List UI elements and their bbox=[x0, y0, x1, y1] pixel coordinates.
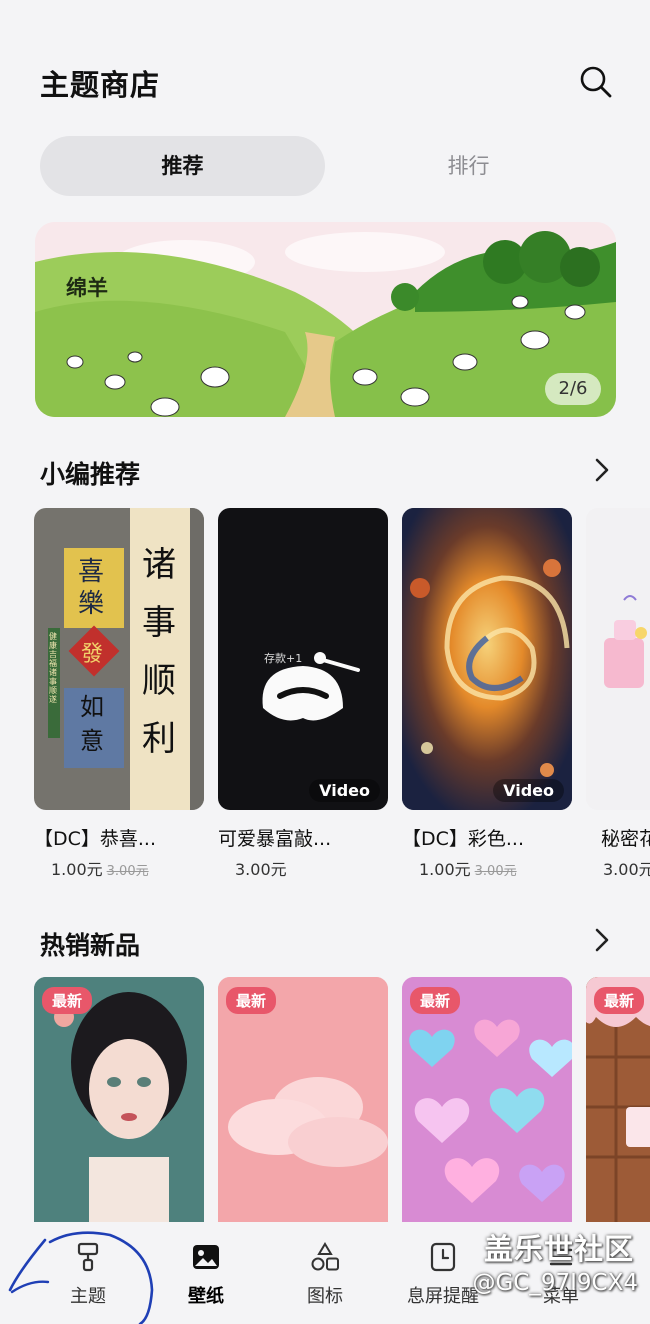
calligraphy-side-text: 健康吉福 诸事顺遂 bbox=[49, 632, 57, 704]
chevron-right-icon bbox=[595, 458, 609, 482]
editor-picks-row: 诸事顺利 喜樂 發 如意 健康吉福 诸事顺遂 【DC】恭喜... 1.00元 3.… bbox=[34, 508, 650, 888]
community-watermark: 盖乐世社区 @GC_97I9CX4 bbox=[444, 1226, 644, 1316]
search-button[interactable] bbox=[578, 64, 614, 100]
banner-title: 绵羊 bbox=[66, 276, 108, 300]
theme-thumbnail: 诸事顺利 喜樂 發 如意 健康吉福 诸事顺遂 bbox=[34, 508, 204, 810]
price-original: 3.00元 bbox=[106, 864, 149, 879]
galaxy-swirl-art bbox=[402, 508, 572, 810]
tab-icons[interactable]: 图标 bbox=[270, 1234, 380, 1314]
tab-wallpapers[interactable]: 壁纸 bbox=[151, 1234, 261, 1314]
theme-thumbnail: 最新 bbox=[218, 977, 388, 1222]
theme-thumbnail bbox=[586, 508, 650, 810]
tab-label: 主题 bbox=[70, 1286, 106, 1307]
theme-thumbnail: 最新 bbox=[34, 977, 204, 1222]
video-badge: Video bbox=[493, 779, 564, 802]
theme-thumbnail: 最新 bbox=[402, 977, 572, 1222]
new-badge: 最新 bbox=[410, 987, 461, 1014]
price-original: 3.00元 bbox=[474, 864, 517, 879]
theme-thumbnail: Video bbox=[402, 508, 572, 810]
price-current: 3.00元 bbox=[235, 860, 287, 879]
theme-name: 秘密花 bbox=[601, 828, 650, 850]
section-title-editor-picks: 小编推荐 bbox=[40, 460, 141, 489]
theme-thumbnail: 最新 bbox=[586, 977, 650, 1222]
calligraphy-diamond-text: 發 bbox=[81, 642, 104, 667]
new-badge: 最新 bbox=[594, 987, 645, 1014]
app-header: 主题商店 bbox=[0, 0, 650, 130]
image-icon bbox=[193, 1245, 219, 1269]
calligraphy-right-text: 诸事顺利 bbox=[142, 545, 176, 759]
tab-label: 壁纸 bbox=[188, 1286, 224, 1307]
theme-price: 1.00元 3.00元 bbox=[419, 856, 517, 880]
chevron-right-icon bbox=[595, 928, 609, 952]
editor-picks-more-button[interactable] bbox=[590, 455, 614, 485]
tab-themes[interactable]: 主题 bbox=[33, 1234, 143, 1314]
tab-ranking[interactable]: 排行 bbox=[325, 136, 612, 196]
shapes-icon bbox=[311, 1242, 339, 1271]
theme-name: 【DC】恭喜... bbox=[34, 828, 157, 850]
video-badge: Video bbox=[309, 779, 380, 802]
theme-name: 【DC】彩色... bbox=[402, 828, 525, 850]
calligraphy-bottom-text: 如意 bbox=[80, 693, 104, 755]
banner-page-indicator: 2/6 bbox=[545, 373, 601, 405]
pastel-castle-art bbox=[586, 508, 650, 810]
new-badge: 最新 bbox=[42, 987, 93, 1014]
search-icon bbox=[580, 66, 612, 98]
tab-recommend[interactable]: 推荐 bbox=[40, 136, 325, 196]
watermark-user-id: @GC_97I9CX4 bbox=[472, 1270, 638, 1296]
theme-price: 3.00元 bbox=[235, 856, 287, 880]
section-title-hot-new: 热销新品 bbox=[40, 931, 141, 960]
page-title: 主题商店 bbox=[40, 68, 161, 102]
tab-label: 图标 bbox=[307, 1286, 343, 1307]
segmented-control: 推荐 排行 bbox=[40, 136, 612, 196]
theme-thumbnail: 存款+1 Video bbox=[218, 508, 388, 810]
brush-icon bbox=[77, 1242, 99, 1272]
price-current: 3.00元 bbox=[603, 860, 650, 879]
hot-new-row: 最新 最新 最新 最新 bbox=[34, 977, 650, 1222]
featured-banner[interactable]: 绵羊 2/6 bbox=[35, 222, 616, 417]
theme-name: 可爱暴富敲... bbox=[218, 828, 332, 850]
theme-price: 3.00元 bbox=[603, 856, 650, 880]
calligraphy-top-text: 喜樂 bbox=[78, 557, 105, 619]
price-current: 1.00元 bbox=[419, 860, 471, 879]
banner-landscape-image bbox=[35, 222, 616, 417]
new-badge: 最新 bbox=[226, 987, 277, 1014]
wooden-fish-art bbox=[262, 652, 360, 721]
watermark-title: 盖乐世社区 bbox=[483, 1232, 634, 1266]
hot-new-more-button[interactable] bbox=[590, 925, 614, 955]
price-current: 1.00元 bbox=[51, 860, 103, 879]
counter-text: 存款+1 bbox=[264, 652, 303, 665]
theme-price: 1.00元 3.00元 bbox=[51, 856, 149, 880]
